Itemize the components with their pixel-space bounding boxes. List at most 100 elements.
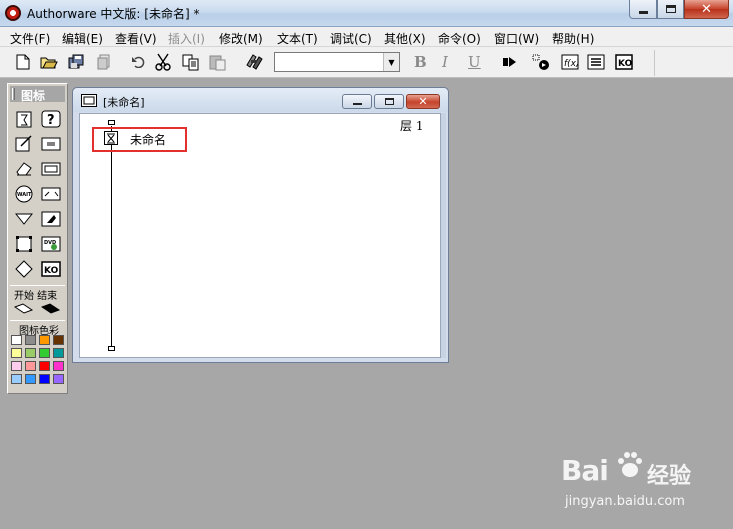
italic-button[interactable]: I [442,53,448,71]
color-swatch-blue[interactable] [39,374,50,384]
close-button[interactable]: ✕ [684,0,729,19]
color-swatch-brown[interactable] [53,335,64,345]
menu-text[interactable]: 文本(T) [277,30,318,47]
sound-icon[interactable] [13,234,35,254]
run-icon [503,57,516,67]
undo-button[interactable] [127,52,149,72]
color-swatch-light-blue[interactable] [11,374,22,384]
display-icon[interactable] [13,109,35,129]
copy-button[interactable] [180,52,202,72]
decision-icon[interactable] [40,134,62,154]
knowledge-object-icon[interactable]: KO [40,259,62,279]
undo-icon [132,56,145,68]
menu-other[interactable]: 其他(X) [384,30,426,47]
minimize-button[interactable] [629,0,657,19]
menu-view[interactable]: 查看(V) [115,30,157,47]
video-icon[interactable]: DVD [40,234,62,254]
title-bar: Authorware 中文版: [未命名] * ✕ [0,0,733,27]
maximize-icon [384,98,394,105]
map-icon[interactable] [13,259,35,279]
variables-button[interactable] [585,52,607,72]
flowline-start-marker [108,120,115,125]
color-swatch-magenta[interactable] [53,361,64,371]
color-swatch-orange[interactable] [39,335,50,345]
color-swatch-sky-blue[interactable] [25,374,36,384]
palette-header[interactable]: 图标 [10,86,65,103]
functions-button[interactable]: f(x) [559,52,581,72]
erase-icon[interactable] [13,159,35,179]
wait-icon[interactable]: WAIT [13,184,35,204]
chevron-down-icon[interactable]: ▼ [383,53,399,71]
bold-button[interactable]: B [414,53,427,71]
document-window: [未命名] ✕ 层 1 未命名 [72,87,449,363]
variables-icon [587,54,605,70]
calculation-icon[interactable] [13,134,35,154]
minimize-icon [638,10,648,14]
flowline [111,126,112,349]
menu-file[interactable]: 文件(F) [10,30,50,47]
color-swatch-purple[interactable] [53,374,64,384]
color-swatch-gray[interactable] [25,335,36,345]
interaction-icon[interactable]: ? [40,109,62,129]
menu-edit[interactable]: 编辑(E) [62,30,103,47]
start-flag-icon[interactable] [13,299,35,319]
find-icon [246,54,263,70]
save-all-button[interactable] [66,52,88,72]
save-all-icon [68,54,84,68]
close-icon: ✕ [418,95,428,108]
baidu-watermark: Bai 经验 jingyan.baidu.com [561,450,721,520]
document-title-bar[interactable]: [未命名] ✕ [73,88,448,112]
color-swatch-salmon[interactable] [25,361,36,371]
open-file-button[interactable] [38,52,60,72]
run-button[interactable] [499,52,521,72]
svg-text:?: ? [47,113,55,128]
paste-icon [209,55,226,71]
authorware-logo-icon[interactable] [5,5,21,21]
svg-text:KO: KO [618,59,633,69]
new-file-button[interactable] [12,52,34,72]
menu-insert[interactable]: 插入(I) [168,30,205,47]
find-button[interactable] [243,52,265,72]
framework-icon[interactable] [40,159,62,179]
cut-icon [155,53,171,71]
svg-text:f(x): f(x) [564,59,579,69]
underline-button[interactable]: U [468,53,481,71]
menu-command[interactable]: 命令(O) [438,30,481,47]
color-swatch-teal[interactable] [53,348,64,358]
stop-flag-icon[interactable] [40,299,62,319]
color-swatch-red[interactable] [39,361,50,371]
flow-node-map-icon[interactable] [104,131,118,145]
watermark-suffix: 经验 [647,464,692,489]
maximize-button[interactable] [657,0,684,19]
close-icon: ✕ [701,1,712,17]
color-swatch-white[interactable] [11,335,22,345]
doc-maximize-button[interactable] [374,94,404,109]
toolbar: ▼ B I U f(x) KO [0,47,733,78]
menu-debug[interactable]: 调试(C) [330,30,372,47]
paste-button[interactable] [207,52,229,72]
document-scrollbar[interactable] [441,113,446,358]
menu-modify[interactable]: 修改(M) [219,30,263,47]
color-swatch-light-green[interactable] [25,348,36,358]
import-button[interactable] [93,52,115,72]
color-swatch-green[interactable] [39,348,50,358]
document-title: [未命名] [103,96,145,109]
window-title: Authorware 中文版: [未命名] * [27,7,200,21]
doc-close-button[interactable]: ✕ [406,94,440,109]
text-style-combo[interactable]: ▼ [274,52,400,72]
menu-window[interactable]: 窗口(W) [494,30,539,47]
color-swatch-yellow[interactable] [11,348,22,358]
flow-node-label[interactable]: 未命名 [130,131,166,148]
cut-button[interactable] [152,52,174,72]
control-panel-button[interactable] [531,52,553,72]
icon-palette: 图标 ? WAIT DVD KO 开始 结束 图标色彩 [7,83,68,394]
color-swatch-pink[interactable] [11,361,22,371]
knowledge-objects-button[interactable]: KO [613,52,635,72]
doc-minimize-button[interactable] [342,94,372,109]
minimize-icon [352,103,362,105]
flowline-canvas[interactable]: 层 1 未命名 [79,113,441,358]
digital-movie-icon[interactable] [40,209,62,229]
menu-help[interactable]: 帮助(H) [552,30,594,47]
motion-icon[interactable] [13,209,35,229]
navigate-icon[interactable] [40,184,62,204]
